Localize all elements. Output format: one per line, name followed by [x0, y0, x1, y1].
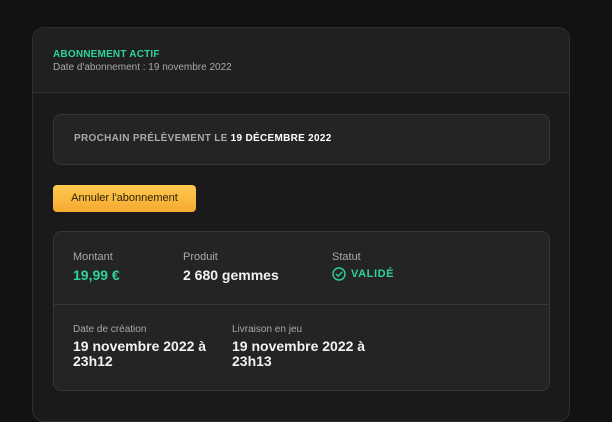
status-text: VALIDÉ	[351, 268, 395, 280]
created-column: Date de création 19 novembre 2022 à 23h1…	[73, 324, 213, 369]
delivery-value: 19 novembre 2022 à 23h13	[232, 338, 366, 369]
product-column: Produit 2 680 gemmes	[183, 251, 279, 283]
subscription-date: Date d'abonnement : 19 novembre 2022	[53, 62, 232, 73]
details-summary-row: Montant 19,99 € Produit 2 680 gemmes Sta…	[54, 232, 549, 305]
next-charge-date: 19 DÉCEMBRE 2022	[230, 133, 332, 144]
next-charge-box: PROCHAIN PRÉLÈVEMENT LE 19 DÉCEMBRE 2022	[53, 114, 550, 165]
check-circle-icon	[332, 267, 346, 281]
cancel-subscription-button[interactable]: Annuler l'abonnement	[53, 185, 196, 212]
subscription-status-title: ABONNEMENT ACTIF	[53, 49, 160, 60]
amount-column: Montant 19,99 €	[73, 251, 120, 283]
details-dates-row: Date de création 19 novembre 2022 à 23h1…	[54, 305, 549, 390]
next-charge-label: PROCHAIN PRÉLÈVEMENT LE	[74, 133, 231, 144]
status-value: VALIDÉ	[332, 267, 394, 281]
status-column: Statut VALIDÉ	[332, 251, 394, 281]
order-details-panel: Montant 19,99 € Produit 2 680 gemmes Sta…	[53, 231, 550, 391]
delivery-column: Livraison en jeu 19 novembre 2022 à 23h1…	[232, 324, 372, 369]
product-value: 2 680 gemmes	[183, 267, 279, 283]
status-label: Statut	[332, 251, 361, 263]
product-label: Produit	[183, 251, 218, 263]
subscription-card: ABONNEMENT ACTIF Date d'abonnement : 19 …	[32, 27, 570, 422]
created-value: 19 novembre 2022 à 23h12	[73, 338, 207, 369]
delivery-label: Livraison en jeu	[232, 324, 303, 335]
card-header: ABONNEMENT ACTIF Date d'abonnement : 19 …	[33, 28, 569, 93]
created-label: Date de création	[73, 324, 147, 335]
amount-value: 19,99 €	[73, 267, 120, 283]
amount-label: Montant	[73, 251, 113, 263]
